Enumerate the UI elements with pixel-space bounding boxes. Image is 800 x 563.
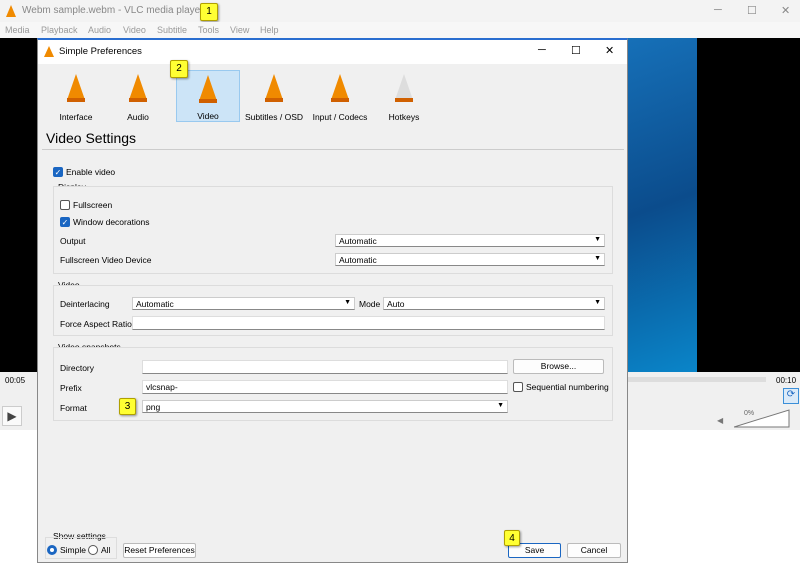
category-interface[interactable]: Interface	[44, 70, 108, 122]
fs-device-label: Fullscreen Video Device	[60, 255, 152, 265]
step-badge-3: 3	[119, 398, 136, 415]
category-audio[interactable]: Audio	[106, 70, 170, 122]
fullscreen-checkbox[interactable]	[60, 200, 70, 210]
video-icon	[193, 73, 223, 105]
deinterlacing-label: Deinterlacing	[60, 299, 110, 309]
step-badge-4: 4	[504, 530, 520, 546]
preferences-dialog: Simple Preferences ─ ☐ ✕ Interface Audio…	[37, 38, 628, 563]
menu-audio[interactable]: Audio	[88, 25, 111, 35]
browse-button[interactable]: Browse...	[513, 359, 604, 374]
format-select[interactable]: png ▼	[142, 400, 508, 413]
volume-level: 0%	[744, 410, 755, 417]
interface-icon	[61, 72, 91, 104]
prefix-input[interactable]: vlcsnap-	[142, 380, 508, 394]
dialog-minimize-button[interactable]: ─	[538, 44, 546, 56]
time-elapsed: 00:05	[5, 376, 26, 385]
mode-label: Mode	[359, 299, 381, 309]
vlc-cone-icon	[6, 5, 16, 17]
aspect-ratio-input[interactable]	[132, 316, 605, 330]
input-codecs-icon	[325, 72, 355, 104]
menu-tools[interactable]: Tools	[198, 25, 219, 35]
vlc-cone-icon	[44, 46, 54, 57]
fs-device-value: Automatic	[339, 255, 377, 265]
aspect-ratio-label: Force Aspect Ratio	[60, 319, 132, 329]
chevron-down-icon: ▼	[594, 299, 601, 306]
main-window-title: Webm sample.webm - VLC media player	[22, 5, 204, 16]
loop-button[interactable]: ⟳	[783, 388, 799, 404]
output-select[interactable]: Automatic ▼	[335, 234, 605, 247]
prefix-label: Prefix	[60, 383, 82, 393]
chevron-down-icon: ▼	[594, 255, 601, 262]
time-total: 00:10	[776, 376, 797, 385]
category-hotkeys[interactable]: Hotkeys	[372, 70, 436, 122]
format-label: Format	[60, 403, 87, 413]
all-radio-label: All	[101, 545, 111, 555]
cancel-button[interactable]: Cancel	[567, 543, 621, 558]
main-title-bar: Webm sample.webm - VLC media player ─ ☐ …	[0, 0, 800, 22]
minimize-button[interactable]: ─	[714, 4, 722, 16]
window-decorations-label: Window decorations	[73, 217, 150, 227]
chevron-down-icon: ▼	[594, 236, 601, 243]
deinterlacing-select[interactable]: Automatic ▼	[132, 297, 355, 310]
menu-help[interactable]: Help	[260, 25, 279, 35]
menu-video[interactable]: Video	[123, 25, 146, 35]
output-value: Automatic	[339, 236, 377, 246]
reset-preferences-button[interactable]: Reset Preferences	[123, 543, 196, 558]
menu-playback[interactable]: Playback	[41, 25, 78, 35]
step-badge-1: 1	[200, 3, 218, 21]
directory-input[interactable]	[142, 360, 508, 374]
maximize-button[interactable]: ☐	[747, 4, 757, 17]
category-subtitles-osd[interactable]: Subtitles / OSD	[242, 70, 306, 122]
volume-slider[interactable]	[734, 408, 790, 428]
menu-view[interactable]: View	[230, 25, 249, 35]
enable-video-label: Enable video	[66, 167, 116, 177]
window-decorations-checkbox[interactable]: ✓	[60, 217, 70, 227]
dialog-title-bar: Simple Preferences ─ ☐ ✕	[38, 40, 627, 64]
close-button[interactable]: ✕	[781, 4, 790, 17]
dialog-title: Simple Preferences	[59, 46, 142, 57]
hotkeys-icon	[389, 72, 419, 104]
mode-value: Auto	[387, 299, 405, 309]
fullscreen-label: Fullscreen	[73, 200, 113, 210]
seek-bar[interactable]	[628, 377, 766, 382]
fs-device-select[interactable]: Automatic ▼	[335, 253, 605, 266]
simple-radio[interactable]	[47, 545, 57, 555]
subtitles-icon	[259, 72, 289, 104]
volume-icon[interactable]: ◀	[717, 416, 723, 425]
format-value: png	[146, 402, 161, 412]
audio-headphones-icon	[123, 72, 153, 104]
dialog-maximize-button[interactable]: ☐	[571, 44, 581, 57]
menu-subtitle[interactable]: Subtitle	[157, 25, 187, 35]
all-radio[interactable]	[88, 545, 98, 555]
category-input-codecs[interactable]: Input / Codecs	[308, 70, 372, 122]
directory-label: Directory	[60, 363, 95, 373]
enable-video-checkbox[interactable]: ✓	[53, 167, 63, 177]
chevron-down-icon: ▼	[497, 402, 504, 409]
menu-bar: Media Playback Audio Video Subtitle Tool…	[0, 22, 800, 38]
menu-media[interactable]: Media	[5, 25, 30, 35]
output-label: Output	[60, 236, 86, 246]
mode-select[interactable]: Auto ▼	[383, 297, 605, 310]
deinterlacing-value: Automatic	[136, 299, 174, 309]
sequential-numbering-label: Sequential numbering	[526, 382, 609, 392]
sequential-numbering-checkbox[interactable]	[513, 382, 523, 392]
simple-radio-label: Simple	[60, 545, 86, 555]
step-badge-2: 2	[170, 60, 188, 78]
chevron-down-icon: ▼	[344, 299, 351, 306]
video-frame	[628, 38, 697, 372]
page-heading: Video Settings	[46, 130, 137, 146]
dialog-close-button[interactable]: ✕	[605, 44, 614, 57]
play-button[interactable]: ▶	[2, 406, 22, 426]
divider	[42, 149, 624, 150]
